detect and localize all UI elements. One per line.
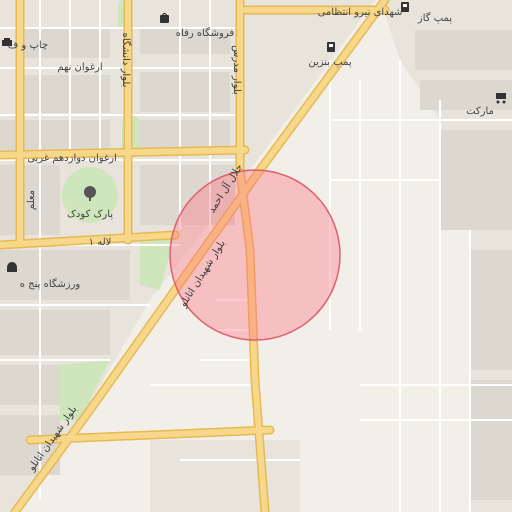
label-laleh: لاله ۱: [89, 237, 112, 248]
label-market: مارکت: [466, 106, 494, 117]
label-pomp-gaz: پمپ گاز: [417, 12, 452, 24]
label-shahada-niro: شهدای نیرو انتظامی: [318, 7, 403, 18]
map-canvas: شهدای نیرو انتظامی پمپ گاز فروشگاه رفاه …: [0, 0, 512, 512]
label-pomp-benzin: پمپ بنزین: [308, 57, 351, 68]
label-moallem: معلم: [26, 190, 37, 210]
label-arghavan-12: ارغوان دوازدهم غربی: [27, 153, 117, 164]
map-view[interactable]: شهدای نیرو انتظامی پمپ گاز فروشگاه رفاه …: [0, 0, 512, 512]
urban-area-south: [150, 440, 300, 512]
label-arghavan-nohom: ارغوان نهم: [57, 62, 102, 73]
label-varzeshgah: ورزشگاه پنج ه: [20, 278, 81, 290]
label-bolvar-daneshgah: بلوار دانشگاه: [120, 33, 132, 88]
label-forushgah-refah: فروشگاه رفاه: [176, 27, 235, 39]
label-bolvar-modares: بلوار مدرس: [231, 45, 242, 95]
fuel-pump-icon[interactable]: [327, 42, 335, 52]
label-park-kudak: پارک کودک: [67, 209, 113, 220]
search-radius-circle[interactable]: [170, 170, 340, 340]
label-chap: چاپ و ف: [8, 40, 48, 51]
stadium-icon[interactable]: [7, 262, 17, 272]
